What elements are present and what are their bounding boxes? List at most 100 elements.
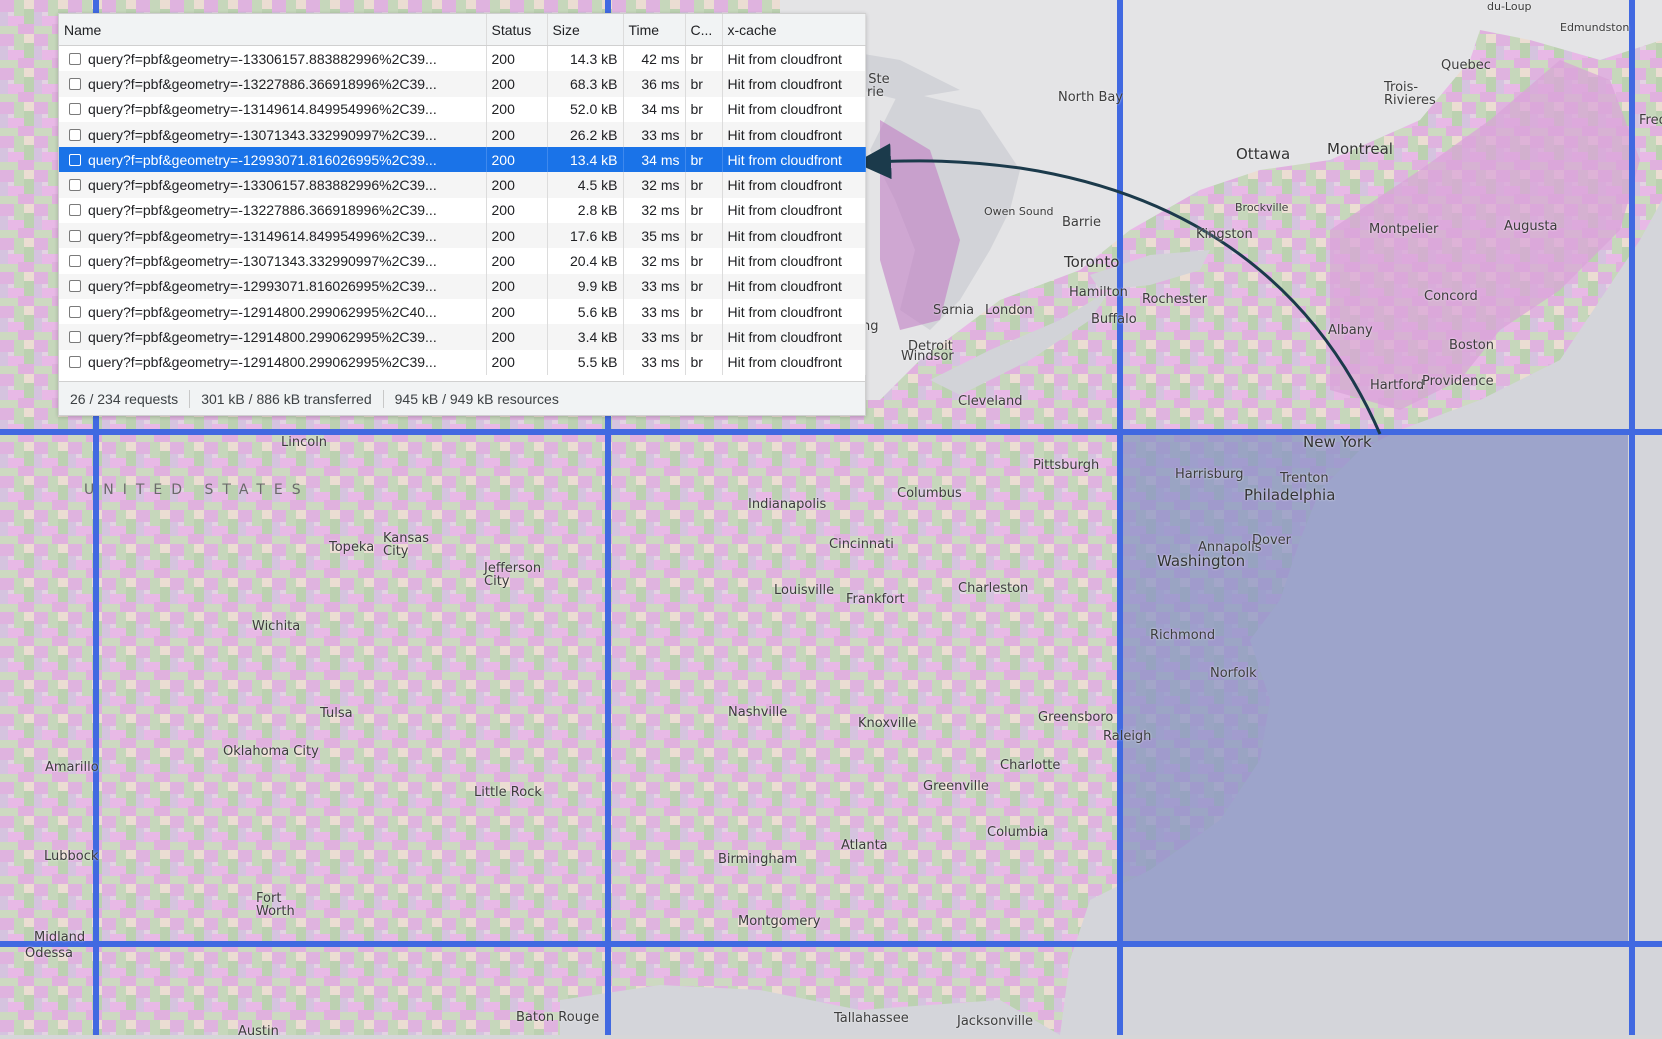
x-cache-cell: Hit from cloudfront (722, 147, 866, 173)
request-name-cell: query?f=pbf&geometry=-12993071.816026995… (59, 273, 487, 299)
devtools-network-panel[interactable]: Name Status Size Time C... x-cache query… (58, 13, 866, 416)
city-label: Little Rock (474, 785, 542, 800)
size-cell: 52.0 kB (547, 96, 624, 122)
column-header-name[interactable]: Name (59, 14, 487, 46)
x-cache-cell: Hit from cloudfront (722, 197, 866, 224)
column-header-x-cache[interactable]: x-cache (722, 14, 866, 46)
size-cell: 5.5 kB (547, 349, 624, 375)
country-label: UNITED STATES (84, 482, 310, 498)
request-type-icon (69, 128, 81, 141)
city-label: Birmingham (718, 852, 798, 867)
request-type-icon (69, 153, 81, 166)
city-label: Sarnia (933, 303, 975, 318)
table-row[interactable]: query?f=pbf&geometry=-12993071.816026995… (59, 147, 866, 173)
request-name-text: query?f=pbf&geometry=-12914800.299062995… (88, 328, 437, 345)
size-cell: 9.9 kB (547, 273, 624, 299)
request-name-cell: query?f=pbf&geometry=-13227886.366918996… (59, 71, 487, 97)
city-label: London (985, 303, 1033, 318)
network-request-table: Name Status Size Time C... x-cache query… (59, 14, 866, 375)
table-row[interactable]: query?f=pbf&geometry=-13149614.849954996… (59, 223, 866, 249)
request-name-cell: query?f=pbf&geometry=-12914800.299062995… (59, 349, 487, 375)
city-label: North Bay (1058, 90, 1124, 105)
status-cell: 200 (486, 324, 548, 350)
request-name-text: query?f=pbf&geometry=-13149614.849954996… (88, 227, 437, 244)
request-name-text: query?f=pbf&geometry=-13149614.849954996… (88, 101, 437, 118)
city-label: Columbia (987, 825, 1049, 840)
city-label: Kingston (1196, 227, 1253, 242)
city-label: Baton Rouge (516, 1010, 600, 1025)
column-header-status[interactable]: Status (486, 14, 548, 46)
city-label: Austin (238, 1024, 279, 1039)
city-label: Midland (34, 930, 86, 945)
time-cell: 33 ms (623, 121, 686, 148)
status-cell: 200 (486, 45, 548, 72)
column-header-content-encoding[interactable]: C... (685, 14, 723, 46)
status-cell: 200 (486, 223, 548, 249)
table-row[interactable]: query?f=pbf&geometry=-13227886.366918996… (59, 197, 866, 224)
encoding-cell: br (685, 121, 723, 148)
encoding-cell: br (685, 172, 723, 198)
transferred-size: 301 kB / 886 kB transferred (201, 390, 372, 407)
city-label: Boston (1449, 338, 1494, 353)
request-name-cell: query?f=pbf&geometry=-13071343.332990997… (59, 248, 487, 274)
x-cache-cell: Hit from cloudfront (722, 248, 866, 274)
city-label: Cleveland (958, 394, 1023, 409)
request-name-cell: query?f=pbf&geometry=-13149614.849954996… (59, 96, 487, 122)
table-row[interactable]: query?f=pbf&geometry=-13306157.883882996… (59, 45, 866, 72)
table-row[interactable]: query?f=pbf&geometry=-12914800.299062995… (59, 298, 866, 325)
status-cell: 200 (486, 248, 548, 274)
city-label: Charlotte (1000, 758, 1061, 773)
city-label: Fort Worth (256, 891, 295, 919)
city-label: New York (1303, 433, 1372, 451)
encoding-cell: br (685, 197, 723, 224)
request-name-text: query?f=pbf&geometry=-12914800.299062995… (88, 303, 437, 320)
size-cell: 5.6 kB (547, 298, 624, 325)
table-row[interactable]: query?f=pbf&geometry=-13071343.332990997… (59, 248, 866, 274)
request-type-icon (69, 280, 81, 293)
request-name-text: query?f=pbf&geometry=-12993071.816026995… (88, 278, 437, 295)
city-label: Indianapolis (748, 497, 827, 512)
size-cell: 3.4 kB (547, 324, 624, 350)
time-cell: 33 ms (623, 349, 686, 375)
city-label: Albany (1328, 323, 1373, 338)
column-header-size[interactable]: Size (547, 14, 624, 46)
request-type-icon (69, 179, 81, 192)
x-cache-cell: Hit from cloudfront (722, 172, 866, 198)
table-header-row: Name Status Size Time C... x-cache (59, 14, 866, 46)
table-row[interactable]: query?f=pbf&geometry=-13306157.883882996… (59, 172, 866, 198)
encoding-cell: br (685, 96, 723, 122)
time-cell: 32 ms (623, 197, 686, 224)
size-cell: 20.4 kB (547, 248, 624, 274)
time-cell: 42 ms (623, 45, 686, 72)
table-row[interactable]: query?f=pbf&geometry=-13149614.849954996… (59, 96, 866, 122)
x-cache-cell: Hit from cloudfront (722, 121, 866, 148)
x-cache-cell: Hit from cloudfront (722, 223, 866, 249)
city-label: du-Loup (1487, 0, 1532, 13)
table-row[interactable]: query?f=pbf&geometry=-12993071.816026995… (59, 273, 866, 299)
city-label: Nashville (728, 705, 788, 720)
table-row[interactable]: query?f=pbf&geometry=-13227886.366918996… (59, 71, 866, 97)
status-cell: 200 (486, 96, 548, 122)
table-row[interactable]: query?f=pbf&geometry=-13071343.332990997… (59, 121, 866, 148)
status-cell: 200 (486, 349, 548, 375)
city-label: Atlanta (841, 838, 888, 853)
table-row[interactable]: query?f=pbf&geometry=-12914800.299062995… (59, 349, 866, 375)
request-type-icon (69, 204, 81, 217)
city-label: Dover (1252, 533, 1291, 548)
x-cache-cell: Hit from cloudfront (722, 324, 866, 350)
table-row[interactable]: query?f=pbf&geometry=-12914800.299062995… (59, 324, 866, 350)
requests-count: 26 / 234 requests (70, 390, 179, 407)
x-cache-cell: Hit from cloudfront (722, 71, 866, 97)
encoding-cell: br (685, 147, 723, 173)
time-cell: 33 ms (623, 273, 686, 299)
city-label: Harrisburg (1175, 467, 1244, 482)
size-cell: 26.2 kB (547, 121, 624, 148)
column-header-time[interactable]: Time (623, 14, 686, 46)
city-label: Trois- Rivieres (1384, 80, 1436, 108)
city-label: Cincinnati (829, 537, 894, 552)
x-cache-cell: Hit from cloudfront (722, 273, 866, 299)
network-status-bar: 26 / 234 requests 301 kB / 886 kB transf… (59, 381, 865, 415)
city-label: Fred (1639, 113, 1662, 128)
request-type-icon (69, 77, 81, 90)
x-cache-cell: Hit from cloudfront (722, 96, 866, 122)
